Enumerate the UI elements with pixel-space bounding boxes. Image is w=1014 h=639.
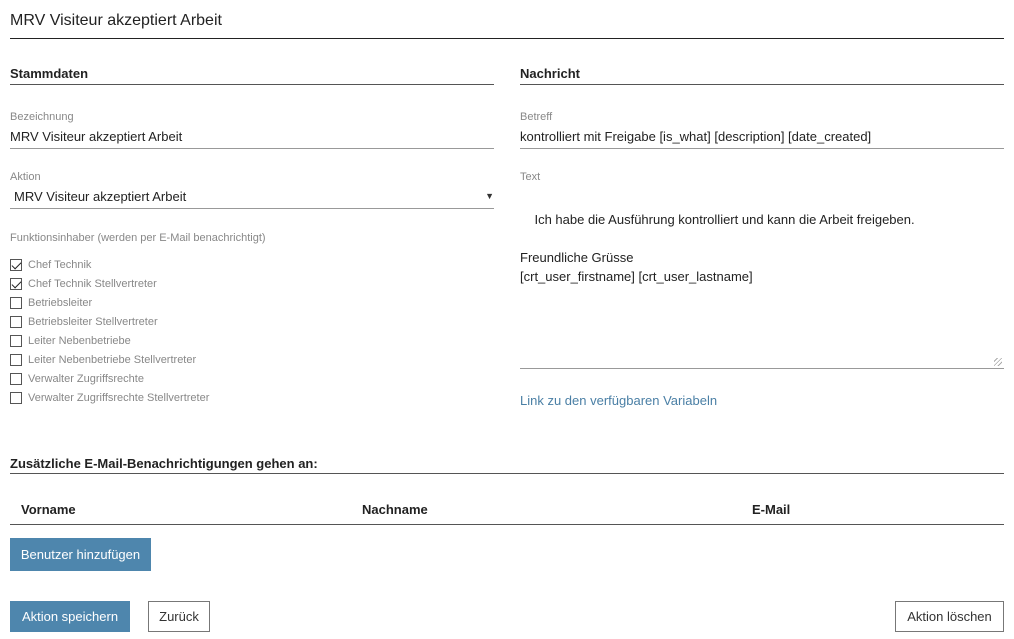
checkbox-icon[interactable] xyxy=(10,259,22,272)
aktion-select[interactable]: MRV Visiteur akzeptiert Arbeit ▼ xyxy=(10,189,494,209)
funktion-item-leiter-nebenbetriebe-stellvertreter[interactable]: Leiter Nebenbetriebe Stellvertreter xyxy=(10,350,494,369)
funktion-item-verwalter-zugriffsrechte[interactable]: Verwalter Zugriffsrechte xyxy=(10,369,494,388)
save-button[interactable]: Aktion speichern xyxy=(10,601,130,632)
funktion-item-chef-technik-stellvertreter[interactable]: Chef Technik Stellvertreter xyxy=(10,275,494,294)
nachricht-section: Nachricht Betreff kontrolliert mit Freig… xyxy=(520,66,1004,408)
checkbox-icon[interactable] xyxy=(10,278,22,291)
stammdaten-heading: Stammdaten xyxy=(10,66,494,85)
funktion-label: Verwalter Zugriffsrechte Stellvertreter xyxy=(28,391,210,404)
back-button[interactable]: Zurück xyxy=(148,601,210,632)
checkbox-icon[interactable] xyxy=(10,391,22,404)
variables-link[interactable]: Link zu den verfügbaren Variabeln xyxy=(520,393,1004,408)
funktionsinhaber-label: Funktionsinhaber (werden per E-Mail bena… xyxy=(10,232,266,244)
delete-button[interactable]: Aktion löschen xyxy=(895,601,1004,632)
checkbox-icon[interactable] xyxy=(10,353,22,366)
funktion-label: Chef Technik xyxy=(28,259,92,272)
add-user-button[interactable]: Benutzer hinzufügen xyxy=(10,538,151,571)
betreff-input[interactable]: kontrolliert mit Freigabe [is_what] [des… xyxy=(520,129,1004,149)
bezeichnung-input[interactable]: MRV Visiteur akzeptiert Arbeit xyxy=(10,129,494,149)
funktion-item-betriebsleiter[interactable]: Betriebsleiter xyxy=(10,294,494,313)
betreff-label: Betreff xyxy=(520,111,553,123)
extra-notifications-heading: Zusätzliche E-Mail-Benachrichtigungen ge… xyxy=(10,456,1004,474)
text-label: Text xyxy=(520,171,541,183)
aktion-label: Aktion xyxy=(10,171,41,183)
checkbox-icon[interactable] xyxy=(10,335,22,347)
funktion-item-betriebsleiter-stellvertreter[interactable]: Betriebsleiter Stellvertreter xyxy=(10,313,494,332)
funktion-label: Chef Technik Stellvertreter xyxy=(28,278,157,291)
column-header-email[interactable]: E-Mail xyxy=(752,502,790,517)
resize-handle-icon[interactable] xyxy=(994,358,1002,366)
page-title: MRV Visiteur akzeptiert Arbeit xyxy=(10,12,222,29)
caret-down-icon: ▼ xyxy=(485,191,494,201)
funktion-label: Betriebsleiter Stellvertreter xyxy=(28,316,158,329)
funktion-label: Verwalter Zugriffsrechte xyxy=(28,372,144,385)
funktion-item-leiter-nebenbetriebe[interactable]: Leiter Nebenbetriebe xyxy=(10,332,494,351)
text-textarea[interactable]: Ich habe die Ausführung kontrolliert und… xyxy=(520,191,1004,369)
column-header-vorname[interactable]: Vorname xyxy=(21,502,76,517)
title-divider xyxy=(10,38,1004,39)
text-content: Ich habe die Ausführung kontrolliert und… xyxy=(520,212,915,284)
checkbox-icon[interactable] xyxy=(10,316,22,329)
nachricht-heading: Nachricht xyxy=(520,66,1004,85)
checkbox-icon[interactable] xyxy=(10,297,22,310)
funktion-item-chef-technik[interactable]: Chef Technik xyxy=(10,256,494,275)
stammdaten-section: Stammdaten Bezeichnung MRV Visiteur akze… xyxy=(10,66,494,407)
aktion-select-value: MRV Visiteur akzeptiert Arbeit xyxy=(14,189,187,204)
funktion-label: Leiter Nebenbetriebe Stellvertreter xyxy=(28,353,197,366)
bezeichnung-label: Bezeichnung xyxy=(10,111,74,123)
funktionsinhaber-list: Chef Technik Chef Technik Stellvertreter… xyxy=(10,256,494,407)
funktion-item-verwalter-zugriffsrechte-stellvertreter[interactable]: Verwalter Zugriffsrechte Stellvertreter xyxy=(10,388,494,407)
funktion-label: Leiter Nebenbetriebe xyxy=(28,335,131,347)
column-header-nachname[interactable]: Nachname xyxy=(362,502,428,517)
funktion-label: Betriebsleiter xyxy=(28,297,93,310)
recipients-table-header: Vorname Nachname E-Mail xyxy=(10,500,1004,525)
checkbox-icon[interactable] xyxy=(10,372,22,385)
